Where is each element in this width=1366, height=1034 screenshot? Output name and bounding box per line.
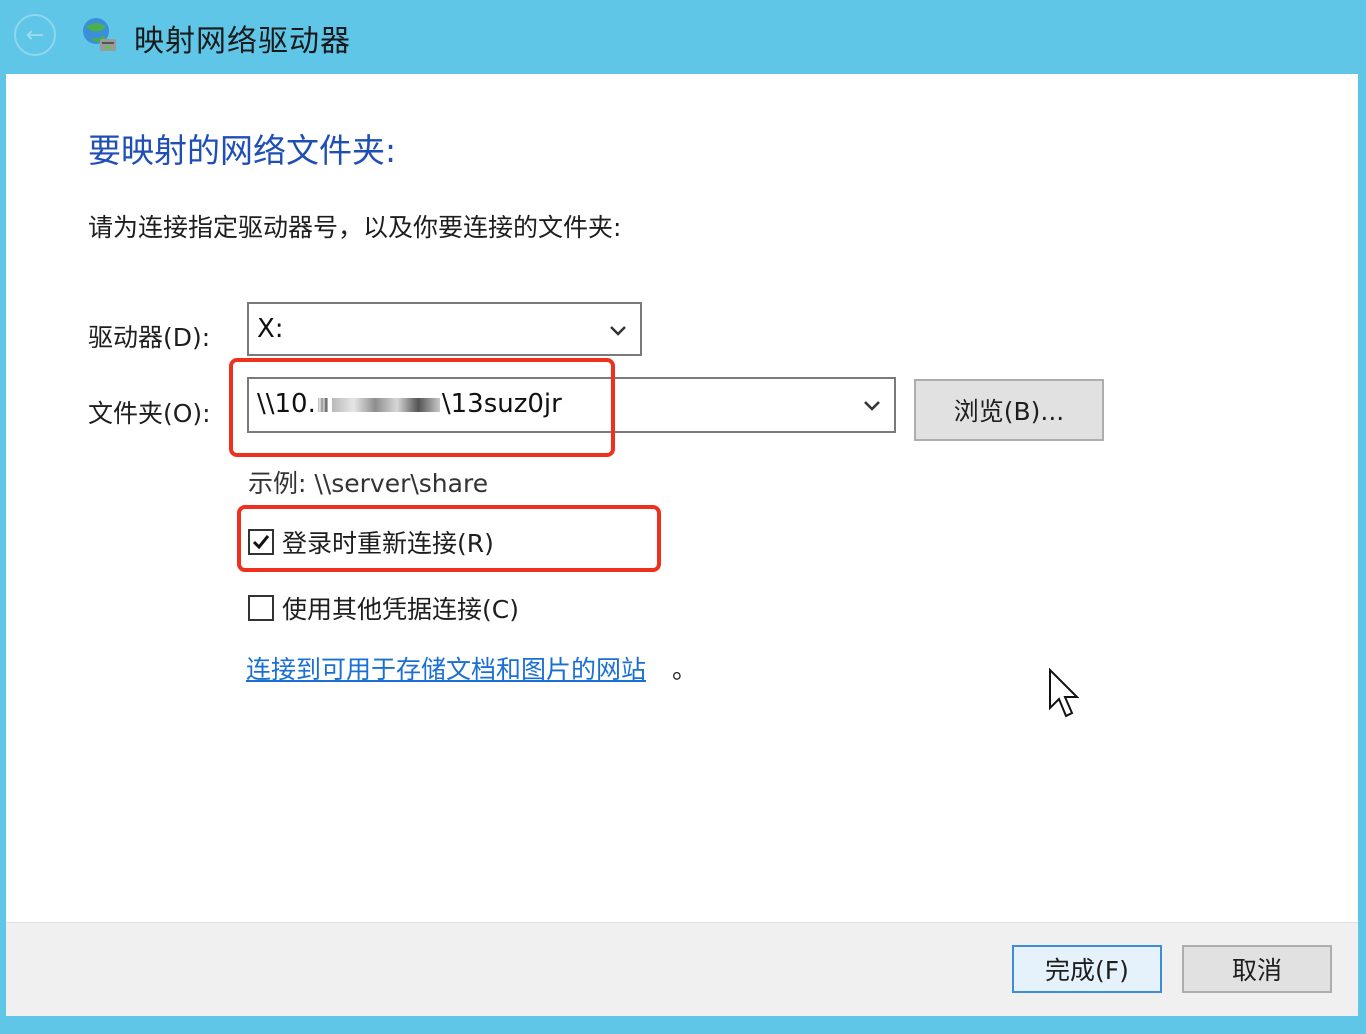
- drive-label: 驱动器(D):: [88, 323, 211, 352]
- window-bottom-border: [0, 1016, 1366, 1034]
- page-heading: 要映射的网络文件夹:: [88, 131, 397, 170]
- mouse-pointer-icon: [1049, 668, 1080, 718]
- website-link[interactable]: 连接到可用于存储文档和图片的网站: [246, 650, 646, 686]
- window-title: 映射网络驱动器: [134, 24, 351, 59]
- map-network-drive-window: ← 映射网络驱动器 要映射的网络文件夹: 请为连接指定驱动器号，以及你要连接的文…: [0, 0, 1366, 1034]
- credentials-checkbox-row[interactable]: 使用其他凭据连接(C): [248, 590, 519, 626]
- chevron-down-icon: [610, 326, 626, 336]
- link-punctuation: 。: [672, 655, 698, 684]
- example-text: 示例: \\server\share: [248, 469, 489, 498]
- credentials-checkbox[interactable]: [248, 595, 274, 621]
- finish-button[interactable]: 完成(F): [1012, 945, 1162, 993]
- back-arrow-icon[interactable]: ←: [14, 14, 56, 56]
- highlight-box-reconnect: [237, 505, 661, 572]
- instruction-text: 请为连接指定驱动器号，以及你要连接的文件夹:: [88, 213, 622, 242]
- drive-select[interactable]: X:: [247, 302, 642, 356]
- cancel-button[interactable]: 取消: [1182, 945, 1332, 993]
- chevron-down-icon[interactable]: [860, 393, 884, 417]
- drive-value: X:: [257, 314, 284, 344]
- folder-label: 文件夹(O):: [88, 399, 211, 428]
- browse-button[interactable]: 浏览(B)...: [914, 379, 1104, 441]
- network-drive-icon: [83, 18, 116, 51]
- dialog-content: [6, 74, 1358, 922]
- title-bar: ← 映射网络驱动器: [0, 0, 1366, 74]
- credentials-label: 使用其他凭据连接(C): [282, 595, 519, 624]
- highlight-box-folder: [229, 358, 615, 457]
